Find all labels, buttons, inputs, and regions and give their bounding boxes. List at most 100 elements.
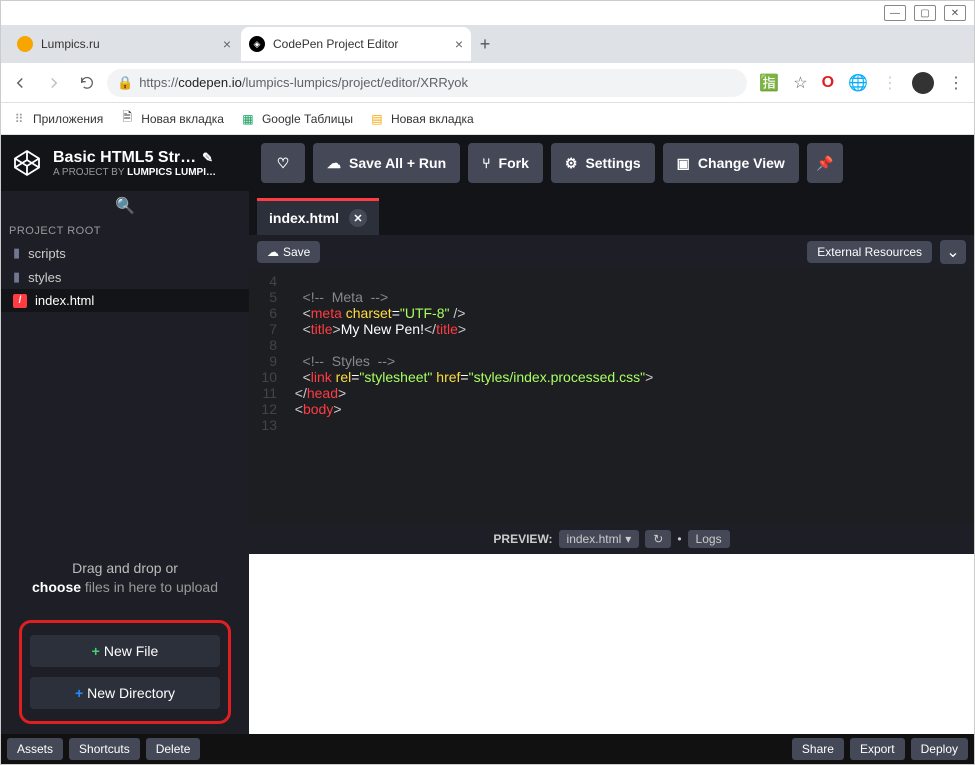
cloud-icon: ☁	[267, 245, 279, 259]
new-buttons-group: +New File +New Directory	[19, 620, 231, 724]
app-header: Basic HTML5 Str… ✎ A PROJECT BY Lumpics …	[1, 135, 974, 191]
page-icon: ▤	[369, 111, 385, 127]
export-button[interactable]: Export	[850, 738, 905, 760]
view-icon: ▣	[677, 155, 690, 172]
delete-button[interactable]: Delete	[146, 738, 201, 760]
like-button[interactable]: ♡	[261, 143, 305, 183]
settings-button[interactable]: ⚙Settings	[551, 143, 655, 183]
external-resources-button[interactable]: External Resources	[807, 241, 932, 263]
cloud-icon: ☁	[327, 155, 341, 172]
fork-button[interactable]: ⑂Fork	[468, 143, 543, 183]
star-icon[interactable]: ☆	[793, 73, 807, 93]
address-bar[interactable]: 🔒 https://codepen.io/lumpics-lumpics/pro…	[107, 69, 747, 97]
project-author: A PROJECT BY Lumpics Lumpi…	[53, 167, 253, 178]
save-button[interactable]: ☁Save	[257, 241, 320, 263]
folder-icon: ▮	[13, 269, 20, 285]
codepen-logo[interactable]	[9, 145, 45, 181]
preview-label: PREVIEW:	[493, 532, 552, 546]
chevron-down-icon[interactable]: ⌄	[940, 240, 966, 264]
folder-scripts[interactable]: ▮scripts	[1, 241, 249, 265]
shortcuts-button[interactable]: Shortcuts	[69, 738, 140, 760]
code-line[interactable]: 4	[249, 273, 974, 289]
bookmarks-bar: ⠿ Приложения 🗎 Новая вкладка ▦ Google Та…	[1, 103, 974, 135]
code-line[interactable]: 12 <body>	[249, 401, 974, 417]
browser-window: — ▢ ✕ Lumpics.ru × ◈ CodePen Project Edi…	[0, 0, 975, 765]
address-bar-row: 🔒 https://codepen.io/lumpics-lumpics/pro…	[1, 63, 974, 103]
forward-button[interactable]	[45, 74, 63, 92]
browser-tab-lumpics[interactable]: Lumpics.ru ×	[9, 27, 239, 61]
search-icon: 🔍	[115, 196, 135, 216]
close-icon[interactable]: ×	[455, 36, 463, 52]
code-line[interactable]: 8	[249, 337, 974, 353]
minimize-button[interactable]: —	[884, 5, 906, 21]
close-icon[interactable]: ×	[223, 36, 231, 52]
maximize-button[interactable]: ▢	[914, 5, 936, 21]
close-icon[interactable]: ✕	[349, 209, 367, 227]
apps-button[interactable]: ⠿ Приложения	[11, 111, 103, 127]
fork-icon: ⑂	[482, 155, 490, 171]
preview-file-select[interactable]: index.html▾	[559, 530, 640, 548]
favicon-codepen: ◈	[249, 36, 265, 52]
heart-icon: ♡	[277, 155, 290, 172]
file-index-html[interactable]: /index.html	[1, 289, 249, 312]
code-line[interactable]: 10 <link rel="stylesheet" href="styles/i…	[249, 369, 974, 385]
code-line[interactable]: 7 <title>My New Pen!</title>	[249, 321, 974, 337]
menu-icon[interactable]: ⋮	[948, 73, 964, 93]
new-directory-button[interactable]: +New Directory	[30, 677, 220, 709]
file-sidebar: 🔍 PROJECT ROOT ▮scripts ▮styles /index.h…	[1, 191, 249, 734]
back-button[interactable]	[11, 74, 29, 92]
browser-tab-strip: Lumpics.ru × ◈ CodePen Project Editor × …	[1, 25, 974, 63]
close-button[interactable]: ✕	[944, 5, 966, 21]
editor-tab-index[interactable]: index.html ✕	[257, 198, 379, 235]
refresh-icon: ↻	[653, 532, 663, 546]
save-run-button[interactable]: ☁Save All + Run	[313, 143, 460, 183]
apps-icon: ⠿	[11, 111, 27, 127]
html-icon: /	[13, 294, 27, 308]
tab-title: Lumpics.ru	[41, 37, 100, 51]
page-icon: 🗎	[119, 111, 135, 127]
bookmark-item[interactable]: 🗎 Новая вкладка	[119, 111, 224, 127]
code-line[interactable]: 6 <meta charset="UTF-8" />	[249, 305, 974, 321]
bookmark-item[interactable]: ▦ Google Таблицы	[240, 111, 353, 127]
plus-icon: +	[75, 685, 83, 701]
preview-pane[interactable]	[249, 554, 974, 734]
editor-toolbar: ☁Save External Resources ⌄	[249, 235, 974, 269]
code-line[interactable]: 11 </head>	[249, 385, 974, 401]
folder-styles[interactable]: ▮styles	[1, 265, 249, 289]
code-editor[interactable]: 45 <!-- Meta -->6 <meta charset="UTF-8" …	[249, 269, 974, 524]
pin-button[interactable]: 📌	[807, 143, 843, 183]
reload-button[interactable]	[79, 75, 95, 91]
code-line[interactable]: 5 <!-- Meta -->	[249, 289, 974, 305]
separator: ⋮	[882, 73, 898, 93]
project-title[interactable]: Basic HTML5 Str… ✎	[53, 149, 253, 167]
folder-icon: ▮	[13, 245, 20, 261]
assets-button[interactable]: Assets	[7, 738, 63, 760]
lock-icon: 🔒	[117, 75, 133, 91]
drop-zone[interactable]: Drag and drop or choose files in here to…	[1, 541, 249, 610]
chevron-down-icon: ▾	[625, 532, 631, 546]
change-view-button[interactable]: ▣Change View	[663, 143, 799, 183]
translate-icon[interactable]: 🈯	[759, 73, 779, 93]
pencil-icon[interactable]: ✎	[202, 150, 213, 166]
share-button[interactable]: Share	[792, 738, 844, 760]
pin-icon: 📌	[816, 155, 833, 172]
code-line[interactable]: 13	[249, 417, 974, 433]
logs-button[interactable]: Logs	[688, 530, 730, 548]
sheets-icon: ▦	[240, 111, 256, 127]
new-tab-button[interactable]: +	[473, 32, 497, 56]
deploy-button[interactable]: Deploy	[911, 738, 968, 760]
globe-icon[interactable]: 🌐	[848, 73, 868, 93]
tab-title: CodePen Project Editor	[273, 37, 398, 51]
new-file-button[interactable]: +New File	[30, 635, 220, 667]
favicon-lumpics	[17, 36, 33, 52]
refresh-preview-button[interactable]: ↻	[645, 530, 671, 548]
browser-tab-codepen[interactable]: ◈ CodePen Project Editor ×	[241, 27, 471, 61]
profile-avatar[interactable]	[912, 72, 934, 94]
project-root-label: PROJECT ROOT	[1, 221, 249, 241]
url-text: https://codepen.io/lumpics-lumpics/proje…	[139, 75, 468, 90]
bookmark-item[interactable]: ▤ Новая вкладка	[369, 111, 474, 127]
bottom-bar: Assets Shortcuts Delete Share Export Dep…	[1, 734, 974, 764]
sidebar-search[interactable]: 🔍	[1, 191, 249, 221]
code-line[interactable]: 9 <!-- Styles -->	[249, 353, 974, 369]
opera-icon[interactable]: O	[822, 74, 834, 92]
